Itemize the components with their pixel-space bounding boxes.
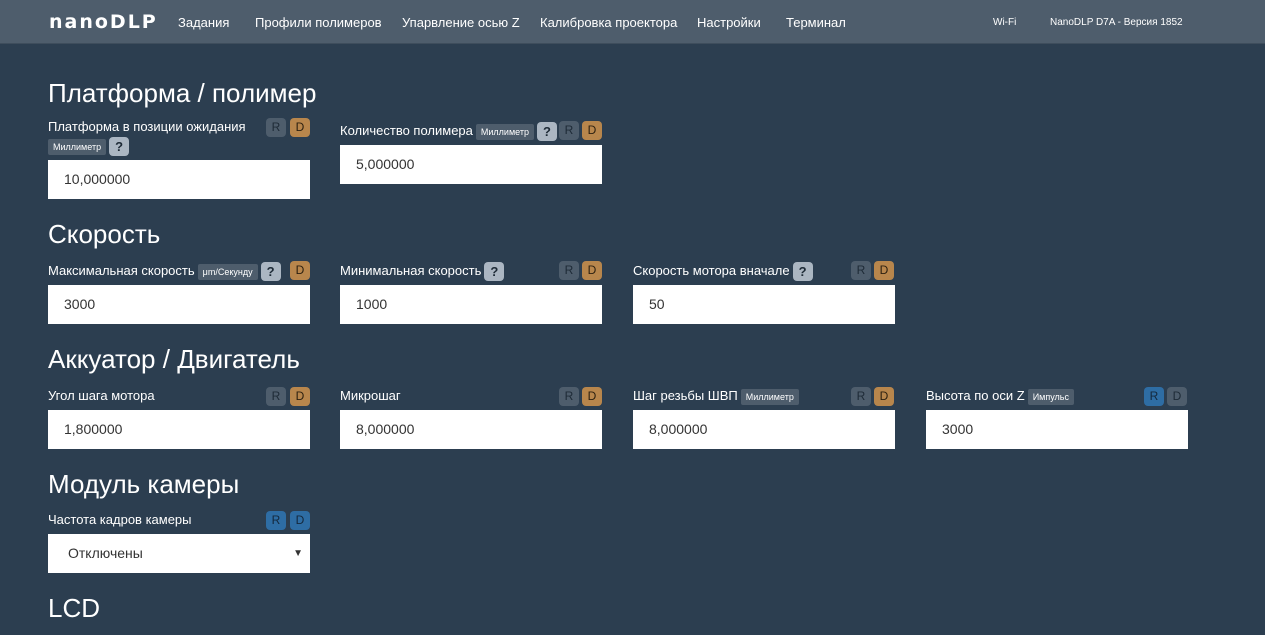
- microstep-r-button[interactable]: R: [559, 387, 579, 406]
- min-speed-r-button[interactable]: R: [559, 261, 579, 280]
- max-speed-label: Максимальная скорость μm/Секунду?: [48, 262, 281, 281]
- resin-amount-label-text: Количество полимера: [340, 122, 473, 138]
- nav-item-resin-profiles[interactable]: Профили полимеров: [255, 15, 382, 30]
- z-height-label: Высота по оси Z Импульс: [926, 388, 1074, 405]
- wait-height-r-button[interactable]: R: [266, 118, 286, 137]
- leadscrew-pitch-unit-badge: Миллиметр: [740, 388, 799, 405]
- leadscrew-pitch-input[interactable]: 8,000000: [633, 410, 895, 449]
- resin-amount-label: Количество полимера Миллиметр?: [340, 122, 557, 141]
- wait-height-label: Платформа в позиции ожидания: [48, 119, 246, 135]
- start-speed-label: Скорость мотора вначале?: [633, 262, 813, 281]
- wait-height-d-button[interactable]: D: [290, 118, 310, 137]
- leadscrew-pitch-label-text: Шаг резьбы ШВП: [633, 388, 738, 403]
- start-speed-label-text: Скорость мотора вначале: [633, 262, 790, 278]
- leadscrew-pitch-r-button[interactable]: R: [851, 387, 871, 406]
- microstep-label: Микрошаг: [340, 388, 401, 403]
- wait-height-input[interactable]: 10,000000: [48, 160, 310, 199]
- min-speed-d-button[interactable]: D: [582, 261, 602, 280]
- section-title-camera: Модуль камеры: [48, 469, 240, 499]
- step-angle-r-button[interactable]: R: [266, 387, 286, 406]
- top-navbar: nanoDLP Задания Профили полимеров Упарвл…: [0, 0, 1265, 44]
- wait-height-label-text: Платформа в позиции ожидания: [48, 119, 246, 134]
- camera-fps-r-button[interactable]: R: [266, 511, 286, 530]
- max-speed-label-text: Максимальная скорость: [48, 262, 195, 278]
- resin-amount-input[interactable]: 5,000000: [340, 145, 602, 184]
- leadscrew-pitch-label: Шаг резьбы ШВП Миллиметр: [633, 388, 799, 405]
- resin-amount-help-icon[interactable]: ?: [536, 122, 557, 141]
- step-angle-d-button[interactable]: D: [290, 387, 310, 406]
- camera-fps-selected-value: Отключены: [68, 545, 143, 561]
- nav-item-terminal[interactable]: Терминал: [786, 15, 846, 30]
- min-speed-label: Минимальная скорость?: [340, 262, 505, 281]
- start-speed-d-button[interactable]: D: [874, 261, 894, 280]
- min-speed-help-icon[interactable]: ?: [484, 262, 505, 281]
- section-title-actuator: Аккуатор / Двигатель: [48, 344, 300, 374]
- brand-logo[interactable]: nanoDLP: [49, 11, 158, 33]
- min-speed-label-text: Минимальная скорость: [340, 262, 482, 278]
- max-speed-unit-badge: μm/Секунду: [197, 263, 258, 280]
- camera-fps-d-button[interactable]: D: [290, 511, 310, 530]
- nav-item-projector-calibration[interactable]: Калибровка проектора: [540, 15, 677, 30]
- nav-item-settings[interactable]: Настройки: [697, 15, 761, 30]
- nav-item-jobs[interactable]: Задания: [178, 15, 229, 30]
- max-speed-help-icon[interactable]: ?: [260, 262, 281, 281]
- step-angle-input[interactable]: 1,800000: [48, 410, 310, 449]
- camera-fps-select[interactable]: Отключены ▼: [48, 534, 310, 573]
- z-height-r-button[interactable]: R: [1144, 387, 1164, 406]
- section-title-platform: Платформа / полимер: [48, 78, 317, 108]
- chevron-down-icon: ▼: [293, 548, 303, 559]
- step-angle-label: Угол шага мотора: [48, 388, 155, 403]
- nav-item-wifi[interactable]: Wi-Fi: [993, 17, 1016, 28]
- wait-height-help-icon[interactable]: ?: [109, 137, 130, 156]
- start-speed-help-icon[interactable]: ?: [792, 262, 813, 281]
- z-height-d-button[interactable]: D: [1167, 387, 1187, 406]
- resin-amount-r-button[interactable]: R: [559, 121, 579, 140]
- min-speed-input[interactable]: 1000: [340, 285, 602, 324]
- resin-amount-d-button[interactable]: D: [582, 121, 602, 140]
- microstep-input[interactable]: 8,000000: [340, 410, 602, 449]
- max-speed-d-button[interactable]: D: [290, 261, 310, 280]
- max-speed-input[interactable]: 3000: [48, 285, 310, 324]
- nav-item-z-axis[interactable]: Упарвление осью Z: [402, 15, 520, 30]
- section-title-speed: Скорость: [48, 219, 161, 249]
- start-speed-r-button[interactable]: R: [851, 261, 871, 280]
- wait-height-unit-badge: Миллиметр: [48, 138, 107, 155]
- microstep-d-button[interactable]: D: [582, 387, 602, 406]
- resin-amount-unit-badge: Миллиметр: [475, 123, 534, 140]
- section-title-lcd: LCD: [48, 593, 101, 623]
- z-height-input[interactable]: 3000: [926, 410, 1188, 449]
- wait-height-unit-row: Миллиметр?: [45, 137, 130, 156]
- start-speed-input[interactable]: 50: [633, 285, 895, 324]
- camera-fps-label: Частота кадров камеры: [48, 512, 192, 527]
- z-height-unit-badge: Импульс: [1027, 388, 1074, 405]
- nav-version[interactable]: NanoDLP D7A - Версия 1852: [1050, 17, 1183, 28]
- z-height-label-text: Высота по оси Z: [926, 388, 1025, 403]
- leadscrew-pitch-d-button[interactable]: D: [874, 387, 894, 406]
